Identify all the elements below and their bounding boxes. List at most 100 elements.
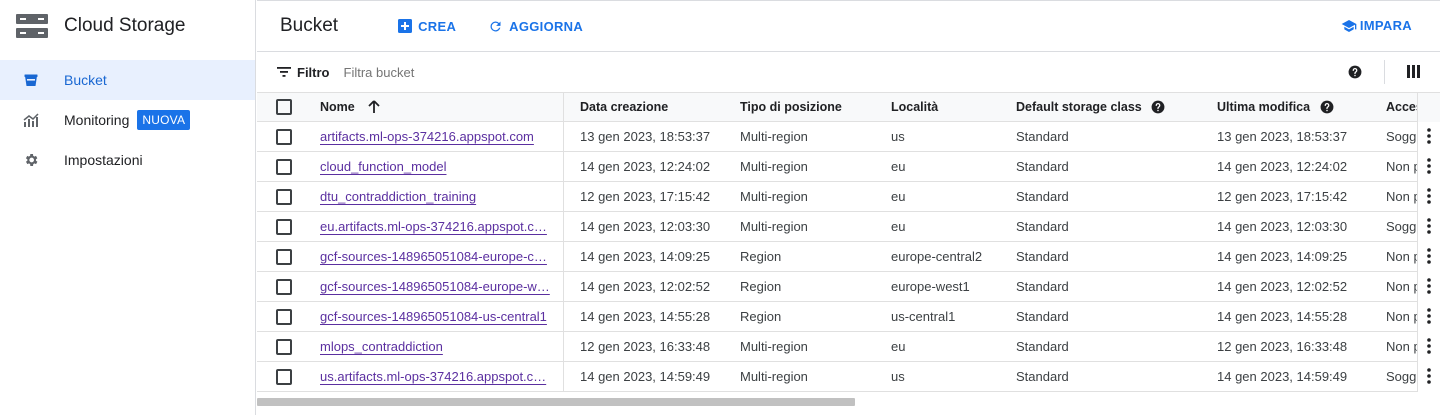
sidebar-item-label: Impostazioni <box>64 152 143 168</box>
column-header-location-type[interactable]: Tipo di posizione <box>740 93 880 123</box>
access-cell: Non p <box>1386 189 1417 204</box>
select-all-checkbox[interactable] <box>276 93 294 123</box>
column-header-name[interactable]: Nome <box>320 93 560 123</box>
column-header-created[interactable]: Data creazione <box>580 93 730 123</box>
column-header-label: Nome <box>320 100 355 114</box>
sidebar-item-bucket[interactable]: Bucket <box>0 60 255 100</box>
table-row[interactable]: gcf-sources-148965051084-us-central1 14 g… <box>257 302 1440 332</box>
refresh-button[interactable]: AGGIORNA <box>488 19 583 34</box>
column-header-label: Default storage class <box>1016 100 1142 114</box>
help-icon[interactable] <box>1151 100 1165 114</box>
more-vert-icon[interactable] <box>1427 218 1431 234</box>
bucket-link[interactable]: dtu_contraddiction_training <box>320 189 476 204</box>
bucket-link[interactable]: gcf-sources-148965051084-europe-w… <box>320 279 550 294</box>
bucket-table: Nome Data creazione Tipo di posizione Lo… <box>257 92 1440 392</box>
location-cell: europe-west1 <box>891 279 970 294</box>
location-type-cell: Region <box>740 279 782 294</box>
table-row[interactable]: eu.artifacts.ml-ops-374216.appspot.c… 14 … <box>257 212 1440 242</box>
create-button[interactable]: CREA <box>398 19 456 34</box>
location-type-cell: Multi-region <box>740 129 808 144</box>
sidebar-item-settings[interactable]: Impostazioni <box>0 140 255 180</box>
row-checkbox[interactable] <box>276 182 294 212</box>
table-row[interactable]: gcf-sources-148965051084-europe-w… 14 gen… <box>257 272 1440 302</box>
row-checkbox[interactable] <box>276 242 294 272</box>
column-header-modified[interactable]: Ultima modifica <box>1217 93 1377 123</box>
sidebar-header: Cloud Storage <box>0 0 255 52</box>
filter-list-icon[interactable] <box>277 66 291 78</box>
modified-cell: 14 gen 2023, 12:02:52 <box>1217 279 1348 294</box>
more-vert-icon[interactable] <box>1427 248 1431 264</box>
modified-cell: 14 gen 2023, 12:24:02 <box>1217 159 1348 174</box>
filter-input[interactable] <box>343 64 844 80</box>
access-cell: Non p <box>1386 309 1417 324</box>
modified-cell: 14 gen 2023, 12:03:30 <box>1217 219 1348 234</box>
bucket-link[interactable]: us.artifacts.ml-ops-374216.appspot.c… <box>320 369 546 384</box>
modified-cell: 12 gen 2023, 17:15:42 <box>1217 189 1348 204</box>
row-checkbox[interactable] <box>276 332 294 362</box>
more-vert-icon[interactable] <box>1427 368 1431 384</box>
column-header-storage-class[interactable]: Default storage class <box>1016 93 1206 123</box>
table-row[interactable]: us.artifacts.ml-ops-374216.appspot.c… 14 … <box>257 362 1440 392</box>
more-vert-icon[interactable] <box>1427 278 1431 294</box>
row-checkbox[interactable] <box>276 122 294 152</box>
more-vert-icon[interactable] <box>1427 188 1431 204</box>
sidebar-item-monitoring[interactable]: Monitoring NUOVA <box>0 100 255 140</box>
bucket-icon <box>22 71 40 89</box>
bucket-link[interactable]: eu.artifacts.ml-ops-374216.appspot.c… <box>320 219 547 234</box>
more-vert-icon[interactable] <box>1427 158 1431 174</box>
sidebar-nav: Bucket Monitoring NUOVA Impostazioni <box>0 60 255 180</box>
add-box-icon <box>398 19 413 33</box>
created-cell: 14 gen 2023, 12:24:02 <box>580 159 711 174</box>
help-icon[interactable] <box>1348 65 1362 84</box>
storage-class-cell: Standard <box>1016 309 1069 324</box>
bucket-link[interactable]: gcf-sources-148965051084-europe-c… <box>320 249 547 264</box>
row-actions-cell <box>1417 122 1440 152</box>
created-cell: 14 gen 2023, 14:55:28 <box>580 309 711 324</box>
row-actions-cell <box>1417 332 1440 362</box>
more-vert-icon[interactable] <box>1427 338 1431 354</box>
name-cell: dtu_contraddiction_training <box>320 182 560 212</box>
page-header: Bucket CREA AGGIORNA IMPARA <box>257 0 1440 52</box>
table-row[interactable]: cloud_function_model 14 gen 2023, 12:24:0… <box>257 152 1440 182</box>
bucket-link[interactable]: mlops_contraddiction <box>320 339 443 354</box>
column-header-location[interactable]: Località <box>891 93 1006 123</box>
row-checkbox[interactable] <box>276 302 294 332</box>
help-icon[interactable] <box>1320 100 1334 114</box>
modified-cell: 13 gen 2023, 18:53:37 <box>1217 129 1348 144</box>
table-row[interactable]: artifacts.ml-ops-374216.appspot.com 13 ge… <box>257 122 1440 152</box>
more-vert-icon[interactable] <box>1427 128 1431 144</box>
column-header-access[interactable]: Acces <box>1386 93 1417 123</box>
table-row[interactable]: mlops_contraddiction 12 gen 2023, 16:33:4… <box>257 332 1440 362</box>
filter-label[interactable]: Filtro <box>297 65 330 80</box>
row-checkbox[interactable] <box>276 272 294 302</box>
page-title: Bucket <box>280 15 339 36</box>
refresh-icon <box>490 20 501 31</box>
access-cell: Non p <box>1386 339 1417 354</box>
sort-ascending-icon[interactable] <box>368 100 380 114</box>
table-row[interactable]: gcf-sources-148965051084-europe-c… 14 gen… <box>257 242 1440 272</box>
row-actions-cell <box>1417 302 1440 332</box>
column-display-icon[interactable] <box>1407 65 1420 83</box>
name-cell: gcf-sources-148965051084-europe-c… <box>320 242 560 272</box>
learn-button[interactable]: IMPARA <box>1341 18 1412 33</box>
row-checkbox[interactable] <box>276 212 294 242</box>
location-type-cell: Multi-region <box>740 369 808 384</box>
product-title: Cloud Storage <box>64 15 186 36</box>
location-type-cell: Multi-region <box>740 339 808 354</box>
row-checkbox[interactable] <box>276 362 294 392</box>
sidebar-item-label: Bucket <box>64 72 107 88</box>
name-cell: artifacts.ml-ops-374216.appspot.com <box>320 122 560 152</box>
bucket-link[interactable]: artifacts.ml-ops-374216.appspot.com <box>320 129 534 144</box>
sidebar: Cloud Storage Bucket Monitoring NUOVA Im… <box>0 0 256 415</box>
row-checkbox[interactable] <box>276 152 294 182</box>
modified-cell: 14 gen 2023, 14:09:25 <box>1217 249 1348 264</box>
horizontal-scrollbar[interactable] <box>257 398 855 406</box>
location-cell: us-central1 <box>891 309 956 324</box>
row-actions-cell <box>1417 212 1440 242</box>
table-row[interactable]: dtu_contraddiction_training 12 gen 2023, … <box>257 182 1440 212</box>
refresh-button-label: AGGIORNA <box>509 18 584 34</box>
more-vert-icon[interactable] <box>1427 308 1431 324</box>
bucket-link[interactable]: cloud_function_model <box>320 159 446 174</box>
bucket-link[interactable]: gcf-sources-148965051084-us-central1 <box>320 309 547 324</box>
row-actions-cell <box>1417 362 1440 392</box>
